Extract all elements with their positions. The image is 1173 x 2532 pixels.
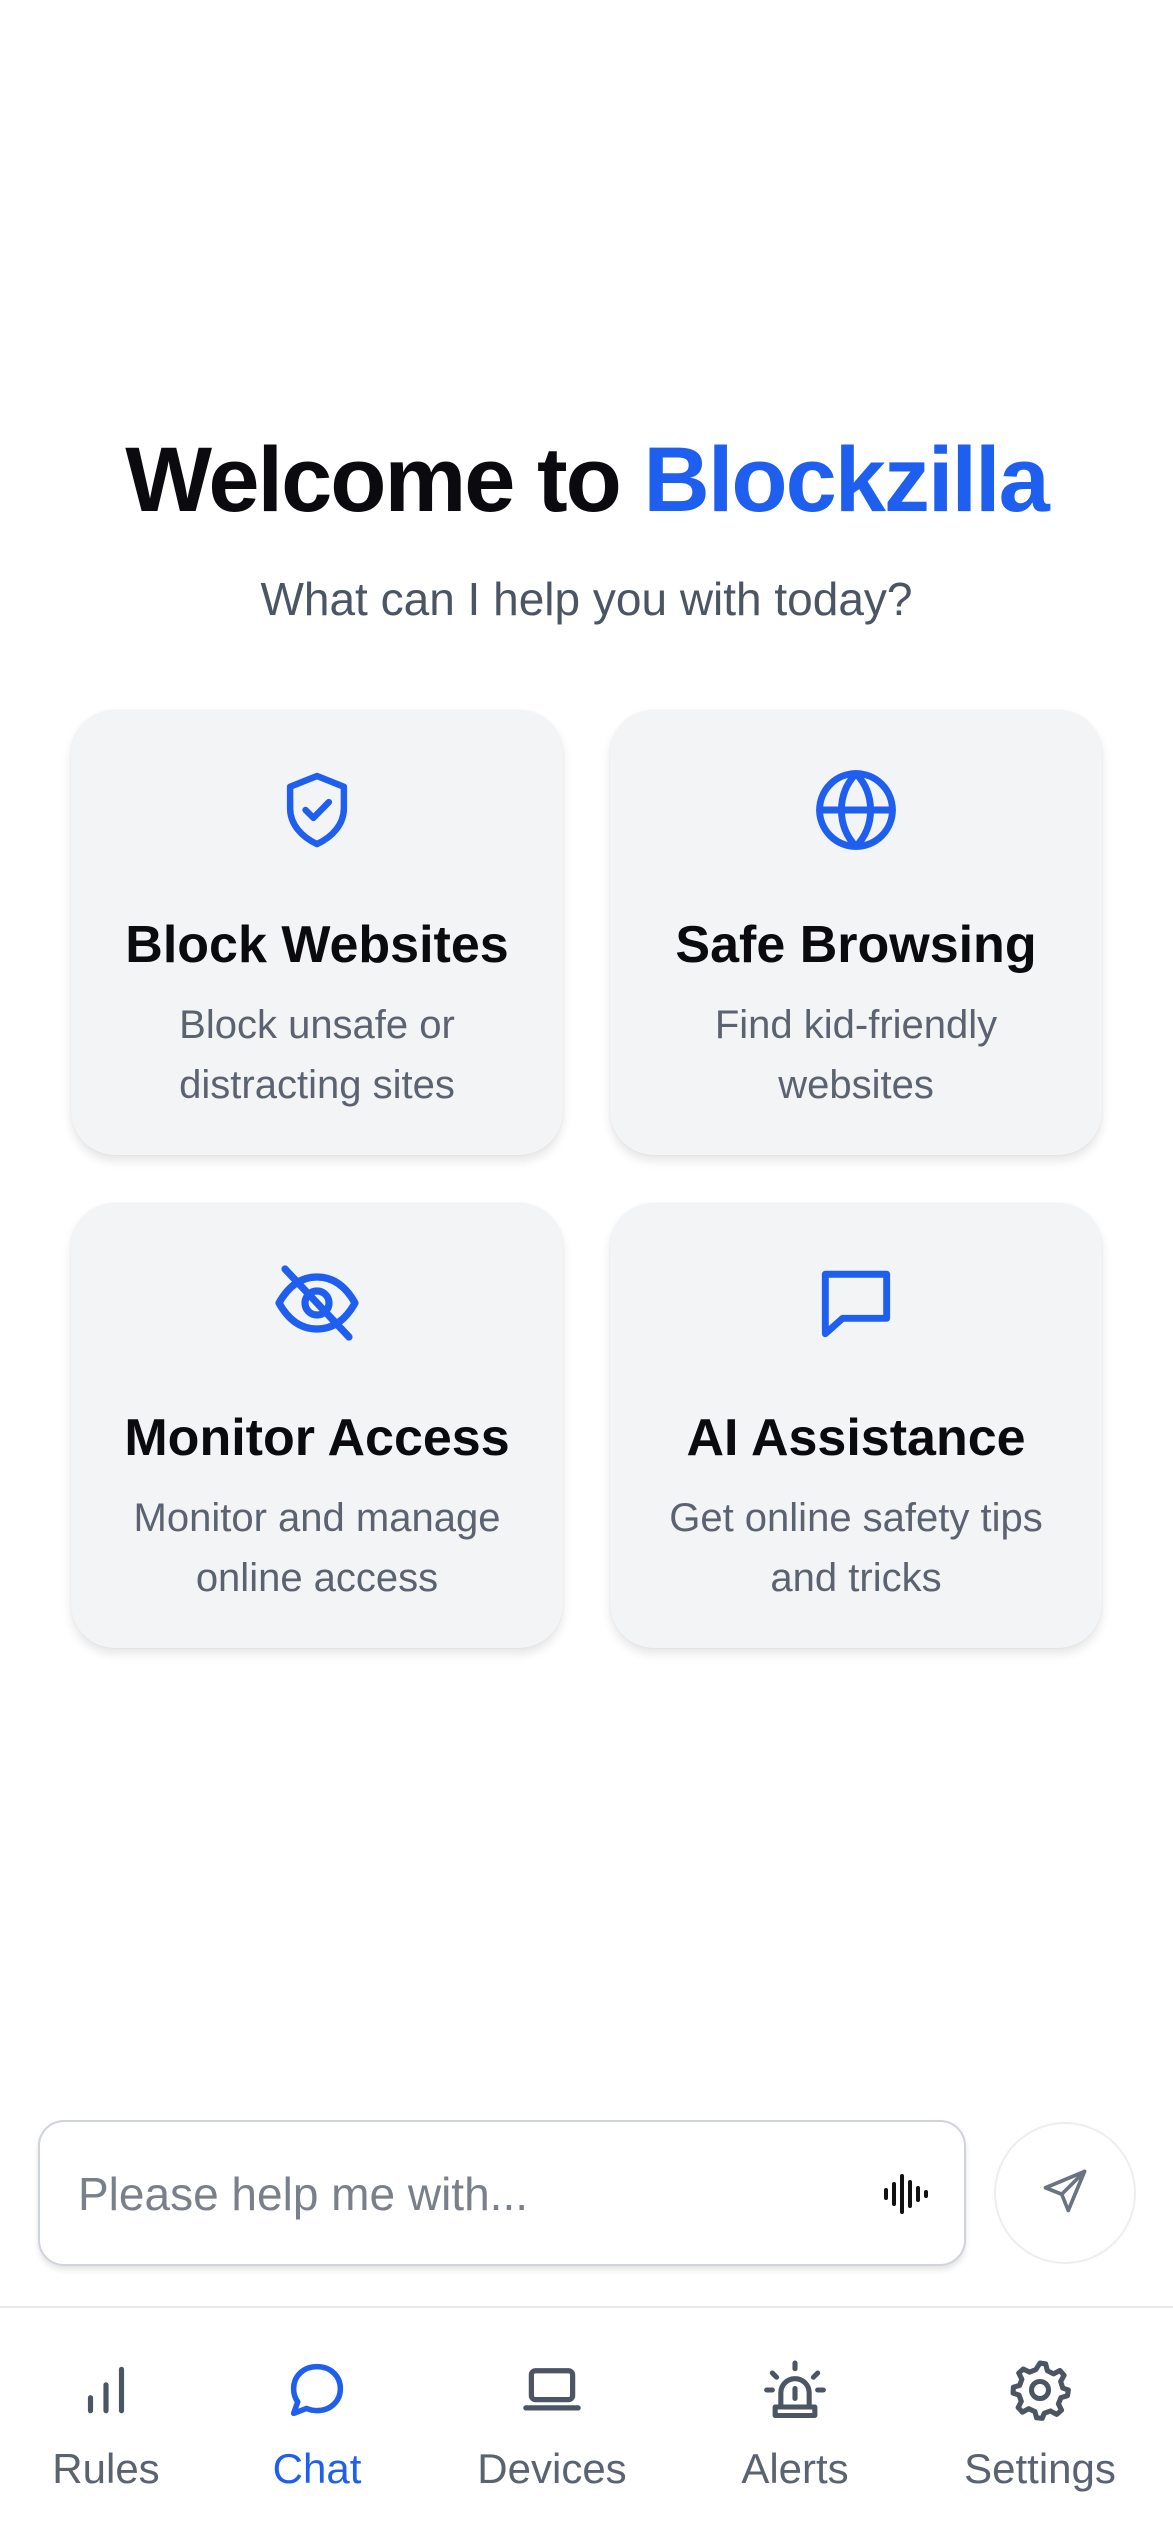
nav-item-alerts[interactable]: Alerts	[695, 2355, 895, 2493]
nav-label: Devices	[477, 2445, 627, 2492]
nav-label: Chat	[272, 2445, 362, 2492]
nav-divider	[0, 2306, 1173, 2308]
card-safe-browsing[interactable]: Safe Browsing Find kid-friendly websites	[610, 710, 1102, 1155]
card-title: Safe Browsing	[675, 916, 1037, 974]
subtitle: What can I help you with today?	[260, 573, 913, 625]
nav-item-settings[interactable]: Settings	[940, 2355, 1140, 2493]
laptop-icon	[452, 2355, 652, 2425]
card-description: Monitor and manage online access	[101, 1488, 533, 1608]
brand-name: Blockzilla	[643, 429, 1049, 531]
card-title: AI Assistance	[686, 1409, 1026, 1467]
welcome-heading: Welcome to Blockzilla	[0, 429, 1173, 531]
card-desc-line: online access	[195, 1556, 439, 1600]
send-icon	[1039, 2165, 1091, 2222]
card-description: Block unsafe or distracting sites	[101, 995, 533, 1115]
card-block-websites[interactable]: Block Websites Block unsafe or distracti…	[71, 710, 563, 1155]
chat-input[interactable]	[76, 2122, 860, 2266]
siren-icon	[695, 2355, 895, 2425]
card-desc-line: distracting sites	[179, 1063, 455, 1107]
eye-off-icon	[71, 1253, 563, 1353]
nav-label: Alerts	[741, 2445, 849, 2492]
voice-waveform-icon[interactable]	[878, 2166, 934, 2222]
card-description: Get online safety tips and tricks	[640, 1488, 1072, 1608]
card-title: Monitor Access	[124, 1409, 510, 1467]
card-title: Block Websites	[125, 916, 509, 974]
card-monitor-access[interactable]: Monitor Access Monitor and manage online…	[71, 1203, 563, 1648]
shield-check-icon	[71, 760, 563, 860]
chat-input-container	[38, 2120, 966, 2266]
card-desc-line: Block unsafe or	[179, 1003, 455, 1047]
nav-label: Rules	[52, 2445, 160, 2492]
card-desc-line: and tricks	[770, 1556, 942, 1600]
send-button[interactable]	[994, 2122, 1136, 2264]
nav-label: Settings	[964, 2445, 1116, 2492]
nav-item-chat[interactable]: Chat	[217, 2355, 417, 2493]
nav-item-devices[interactable]: Devices	[452, 2355, 652, 2493]
card-desc-line: Find kid-friendly	[714, 1003, 998, 1047]
card-desc-line: Get online safety tips	[669, 1496, 1043, 1540]
message-square-icon	[610, 1253, 1102, 1353]
card-desc-line: Monitor and manage	[133, 1496, 501, 1540]
nav-item-rules[interactable]: Rules	[6, 2355, 206, 2493]
bar-chart-icon	[6, 2355, 206, 2425]
card-description: Find kid-friendly websites	[640, 995, 1072, 1115]
card-desc-line: websites	[778, 1063, 934, 1107]
chat-bubble-icon	[217, 2355, 417, 2425]
welcome-prefix: Welcome to	[125, 429, 644, 531]
card-ai-assistance[interactable]: AI Assistance Get online safety tips and…	[610, 1203, 1102, 1648]
gear-icon	[940, 2355, 1140, 2425]
globe-icon	[610, 760, 1102, 860]
